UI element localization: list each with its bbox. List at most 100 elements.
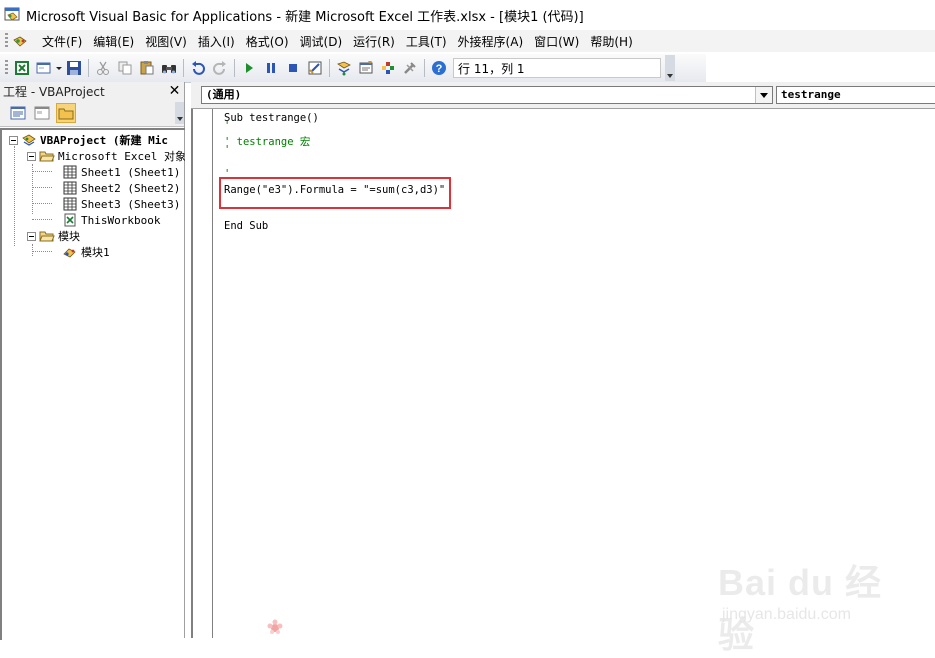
reset-button[interactable] [282,57,304,79]
tree-line [14,146,16,246]
module-icon [63,248,76,258]
tree-label-thisworkbook: ThisWorkbook [81,213,161,227]
project-explorer-button[interactable] [333,57,355,79]
break-icon [267,63,275,73]
vba-menu-icon[interactable] [11,32,31,50]
highlight-annotation-box [219,177,451,209]
insert-userform-button[interactable] [33,57,55,79]
code-line[interactable]: End Sub [224,219,268,233]
properties-button[interactable] [355,57,377,79]
insert-userform-icon [36,62,51,74]
project-toolbar-options[interactable] [175,102,184,124]
menu-help[interactable]: 帮助(H) [585,33,637,50]
folder-icon [58,108,74,120]
undo-icon [192,61,205,75]
vbaproject-icon [22,134,36,146]
tree-node-modules[interactable]: 模块 [27,228,80,244]
project-pane-title: 工程 - VBAProject [3,84,105,99]
object-browser-button[interactable] [377,57,399,79]
view-code-icon [10,106,26,120]
cut-button[interactable] [92,57,114,79]
paste-button[interactable] [136,57,158,79]
tree-node-sheet1[interactable]: Sheet1 (Sheet1) [62,164,180,180]
tree-node-thisworkbook[interactable]: ThisWorkbook [62,212,160,228]
margin-indicator-bar[interactable] [191,109,213,638]
procedure-combo-value: testrange [781,88,841,101]
menu-bar: 文件(F) 编辑(E) 视图(V) 插入(I) 格式(O) 调试(D) 运行(R… [0,30,935,52]
help-button[interactable]: ? [428,57,450,79]
view-code-button[interactable] [8,103,28,123]
tree-node-sheet2[interactable]: Sheet2 (Sheet2) [62,180,180,196]
paste-icon [140,61,154,75]
menu-edit[interactable]: 编辑(E) [88,33,139,50]
find-icon [162,65,176,74]
project-explorer-icon [337,61,351,76]
tree-label-sheet1: Sheet1 (Sheet1) [81,165,181,179]
view-excel-button[interactable] [11,57,33,79]
menu-debug[interactable]: 调试(D) [295,33,348,50]
tree-node-module1[interactable]: 模块1 [62,244,110,260]
undo-button[interactable] [187,57,209,79]
chevron-down-icon[interactable] [755,87,772,103]
code-line[interactable]: Sub testrange() [224,111,319,125]
code-line[interactable]: ' [224,119,230,133]
tree-label-vbaproject: VBAProject (新建 Mic [40,134,168,147]
design-mode-icon [308,61,322,75]
find-button[interactable] [158,57,180,79]
vba-app-icon [4,7,20,21]
excel-icon [15,61,29,75]
tree-label-excel-objects: Microsoft Excel 对象 [58,150,185,163]
project-tree: VBAProject (新建 Mic Microsoft Excel 对象 Sh… [0,128,185,640]
insert-dropdown-arrow[interactable] [55,57,63,79]
collapse-icon[interactable] [9,135,18,145]
menu-addins[interactable]: 外接程序(A) [453,33,529,50]
save-button[interactable] [63,57,85,79]
tree-line [32,203,52,205]
worksheet-icon [63,165,77,179]
run-icon [246,63,253,73]
collapse-icon[interactable] [27,151,36,161]
collapse-icon[interactable] [27,231,36,241]
tree-line [32,251,52,253]
chevron-down-icon [56,67,62,70]
folder-open-icon [39,231,55,242]
save-icon [67,61,81,75]
tree-line [32,171,52,173]
project-pane-toolbar [0,100,184,127]
close-icon[interactable]: ✕ [167,84,182,99]
menu-view[interactable]: 视图(V) [140,33,192,50]
reset-icon [289,64,297,72]
menubar-grip[interactable] [5,33,8,49]
menu-window[interactable]: 窗口(W) [529,33,584,50]
window-title: Microsoft Visual Basic for Applications … [26,9,584,25]
baidu-watermark: Bai du 经验 jingyan.baidu.com [718,536,908,655]
toolbar-separator [329,59,330,77]
code-line[interactable]: ' [224,143,230,157]
tree-node-vbaproject[interactable]: VBAProject (新建 Mic [9,132,168,148]
toggle-folders-button[interactable] [56,103,76,123]
toolbar-options-button[interactable] [665,55,675,81]
view-object-button[interactable] [32,103,52,123]
menu-insert[interactable]: 插入(I) [193,33,240,50]
copy-button[interactable] [114,57,136,79]
menu-tools[interactable]: 工具(T) [401,33,452,50]
view-object-icon [34,106,50,120]
design-mode-button[interactable] [304,57,326,79]
svg-text:?: ? [436,63,443,75]
menu-run[interactable]: 运行(R) [348,33,400,50]
break-button[interactable] [260,57,282,79]
object-browser-icon [382,62,394,74]
tree-node-excel-objects[interactable]: Microsoft Excel 对象 [27,148,185,164]
redo-button[interactable] [209,57,231,79]
procedure-combo[interactable]: testrange [776,86,935,104]
tree-node-sheet3[interactable]: Sheet3 (Sheet3) [62,196,180,212]
run-button[interactable] [238,57,260,79]
code-line[interactable]: ' testrange 宏 [224,135,310,149]
menu-file[interactable]: 文件(F) [37,33,87,50]
menu-format[interactable]: 格式(O) [241,33,294,50]
toolbox-icon [404,62,416,74]
toolbox-button[interactable] [399,57,421,79]
object-combo[interactable]: (通用) [201,86,773,104]
toolbar-grip[interactable] [5,60,8,76]
tree-label-modules: 模块 [58,230,80,243]
